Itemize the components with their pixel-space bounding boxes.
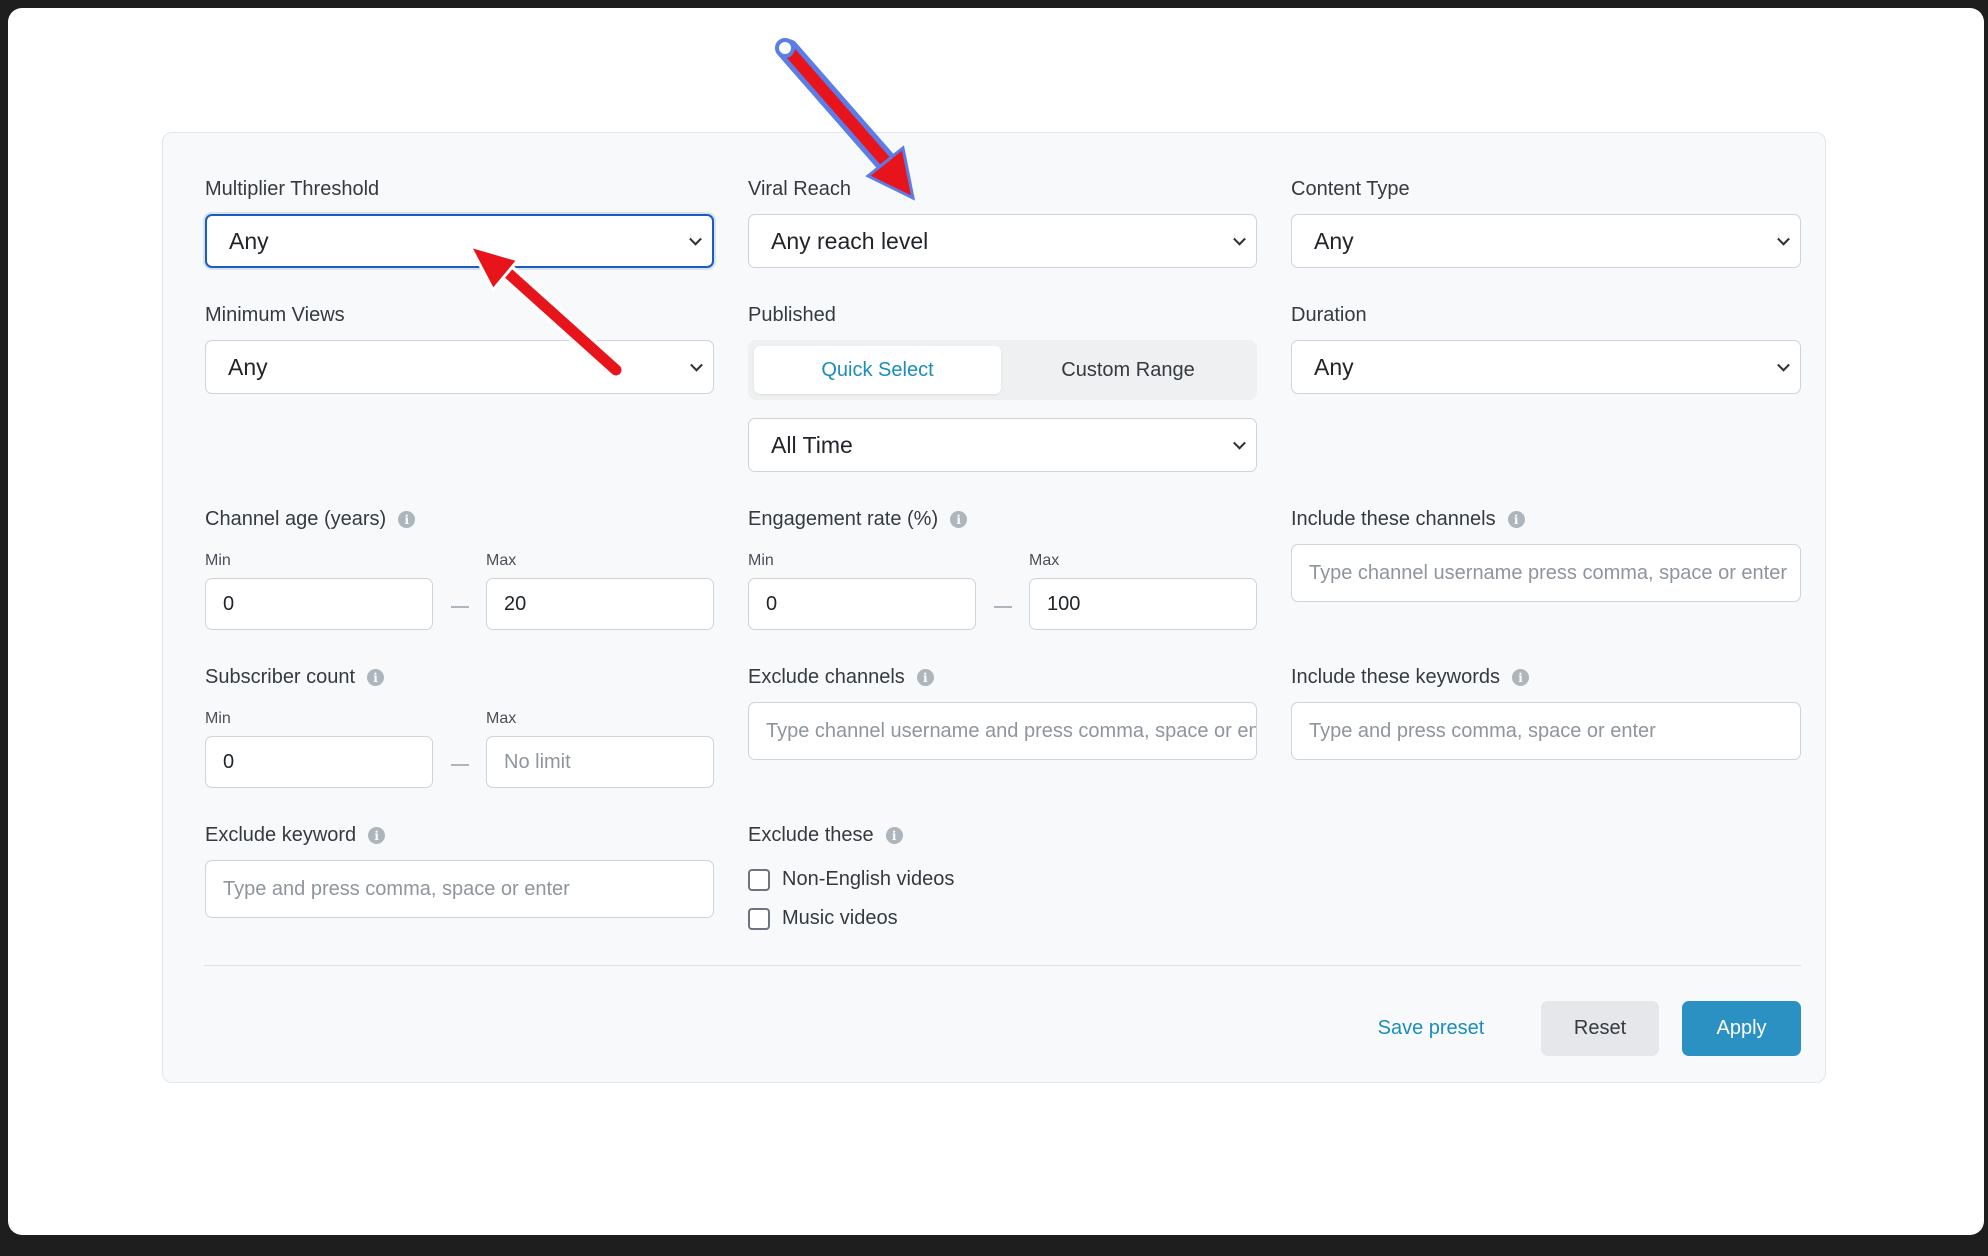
include-keywords-label: Include these keywords i [1291,666,1530,689]
range-dash [451,764,469,766]
info-icon[interactable]: i [916,669,934,686]
tab-custom-range[interactable]: Custom Range [1005,346,1251,394]
multiplier-select[interactable]: Any [205,214,714,268]
music-videos-checkbox[interactable]: Music videos [748,907,898,930]
multiplier-label: Multiplier Threshold [205,178,380,200]
viral-reach-label: Viral Reach [748,178,852,200]
min-views-label: Minimum Views [205,304,345,326]
divider [204,965,1801,966]
chevron-down-icon [689,232,702,246]
viral-reach-select[interactable]: Any reach level [748,214,1257,268]
content-type-select[interactable]: Any [1291,214,1801,268]
non-english-checkbox[interactable]: Non-English videos [748,868,954,891]
tab-quick-select[interactable]: Quick Select [754,346,1001,394]
app-window: Multiplier Threshold Any Viral Reach Any… [8,8,1984,1235]
info-icon[interactable]: i [1512,669,1530,686]
include-keywords-input[interactable]: Type and press comma, space or enter [1291,702,1801,760]
info-icon[interactable]: i [885,827,903,844]
engagement-max-input[interactable]: 100 [1029,578,1257,630]
chevron-down-icon [1777,232,1790,246]
published-label: Published [748,304,836,326]
include-channels-label: Include these channels i [1291,508,1525,531]
range-dash [994,606,1012,608]
info-icon[interactable]: i [368,827,386,844]
channel-age-max-label: Max [486,552,517,569]
channel-age-min-input[interactable]: 0 [205,578,433,630]
engagement-min-input[interactable]: 0 [748,578,976,630]
include-channels-input[interactable]: Type channel username press comma, space… [1291,544,1801,602]
reset-button[interactable]: Reset [1541,1001,1659,1056]
channel-age-label: Channel age (years) i [205,508,416,531]
min-views-select[interactable]: Any [205,340,714,394]
info-icon[interactable]: i [950,511,968,528]
engagement-min-label: Min [748,552,774,569]
engagement-max-label: Max [1029,552,1060,569]
chevron-down-icon [1777,358,1790,372]
exclude-channels-label: Exclude channels i [748,666,934,689]
apply-button[interactable]: Apply [1682,1001,1801,1056]
checkbox-box[interactable] [748,868,770,891]
published-select[interactable]: All Time [748,418,1257,472]
checkbox-box[interactable] [748,907,770,930]
info-icon[interactable]: i [398,511,416,528]
published-mode-toggle: Quick Select Custom Range [748,340,1257,400]
chevron-down-icon [1233,232,1246,246]
info-icon[interactable]: i [367,669,385,686]
engagement-label: Engagement rate (%) i [748,508,968,531]
duration-label: Duration [1291,304,1367,326]
subscriber-min-input[interactable]: 0 [205,736,433,788]
subscriber-max-label: Max [486,710,517,727]
save-preset-button[interactable]: Save preset [1366,1001,1496,1056]
channel-age-min-label: Min [205,552,231,569]
subscriber-max-input[interactable]: No limit [486,736,714,788]
exclude-keyword-label: Exclude keyword i [205,824,386,847]
subscriber-min-label: Min [205,710,231,727]
channel-age-max-input[interactable]: 20 [486,578,714,630]
exclude-keyword-input[interactable]: Type and press comma, space or enter [205,860,714,918]
duration-select[interactable]: Any [1291,340,1801,394]
chevron-down-icon [690,358,703,372]
chevron-down-icon [1233,436,1246,450]
exclude-these-label: Exclude these i [748,824,903,847]
exclude-channels-input[interactable]: Type channel username and press comma, s… [748,702,1257,760]
range-dash [451,606,469,608]
content-type-label: Content Type [1291,178,1410,200]
info-icon[interactable]: i [1507,511,1525,528]
subscriber-label: Subscriber count i [205,666,385,689]
